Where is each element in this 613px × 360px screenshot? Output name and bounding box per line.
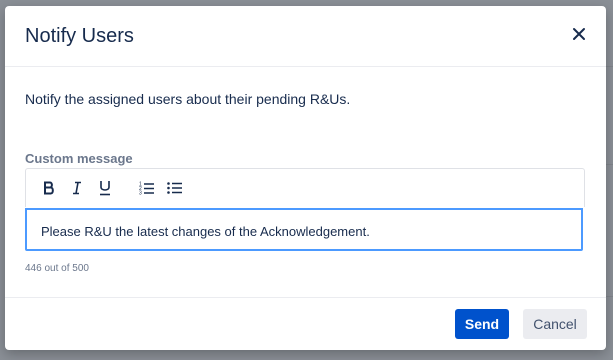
dialog-footer: Send Cancel bbox=[5, 297, 606, 350]
dialog-description: Notify the assigned users about their pe… bbox=[25, 91, 351, 107]
ordered-list-icon[interactable]: 1 2 3 bbox=[137, 178, 157, 198]
italic-icon[interactable] bbox=[67, 178, 87, 198]
bullet-list-icon[interactable] bbox=[165, 178, 185, 198]
bold-icon[interactable] bbox=[39, 178, 59, 198]
background-line bbox=[606, 164, 613, 165]
close-icon[interactable] bbox=[570, 25, 588, 43]
custom-message-editor: 1 2 3 Please R&U the latest changes of t… bbox=[25, 168, 585, 253]
editor-toolbar: 1 2 3 bbox=[25, 168, 585, 207]
custom-message-label: Custom message bbox=[25, 151, 133, 166]
svg-text:3: 3 bbox=[139, 191, 142, 196]
send-button[interactable]: Send bbox=[455, 309, 509, 339]
dialog-header: Notify Users bbox=[5, 6, 606, 67]
character-counter: 446 out of 500 bbox=[25, 263, 89, 274]
background-line bbox=[606, 296, 613, 297]
custom-message-input[interactable]: Please R&U the latest changes of the Ack… bbox=[25, 208, 583, 251]
underline-icon[interactable] bbox=[95, 178, 115, 198]
cancel-button[interactable]: Cancel bbox=[523, 309, 587, 339]
custom-message-text: Please R&U the latest changes of the Ack… bbox=[41, 224, 370, 239]
notify-users-dialog: Notify Users Notify the assigned users a… bbox=[5, 6, 606, 350]
background-line bbox=[606, 66, 613, 67]
dialog-title: Notify Users bbox=[25, 25, 134, 47]
